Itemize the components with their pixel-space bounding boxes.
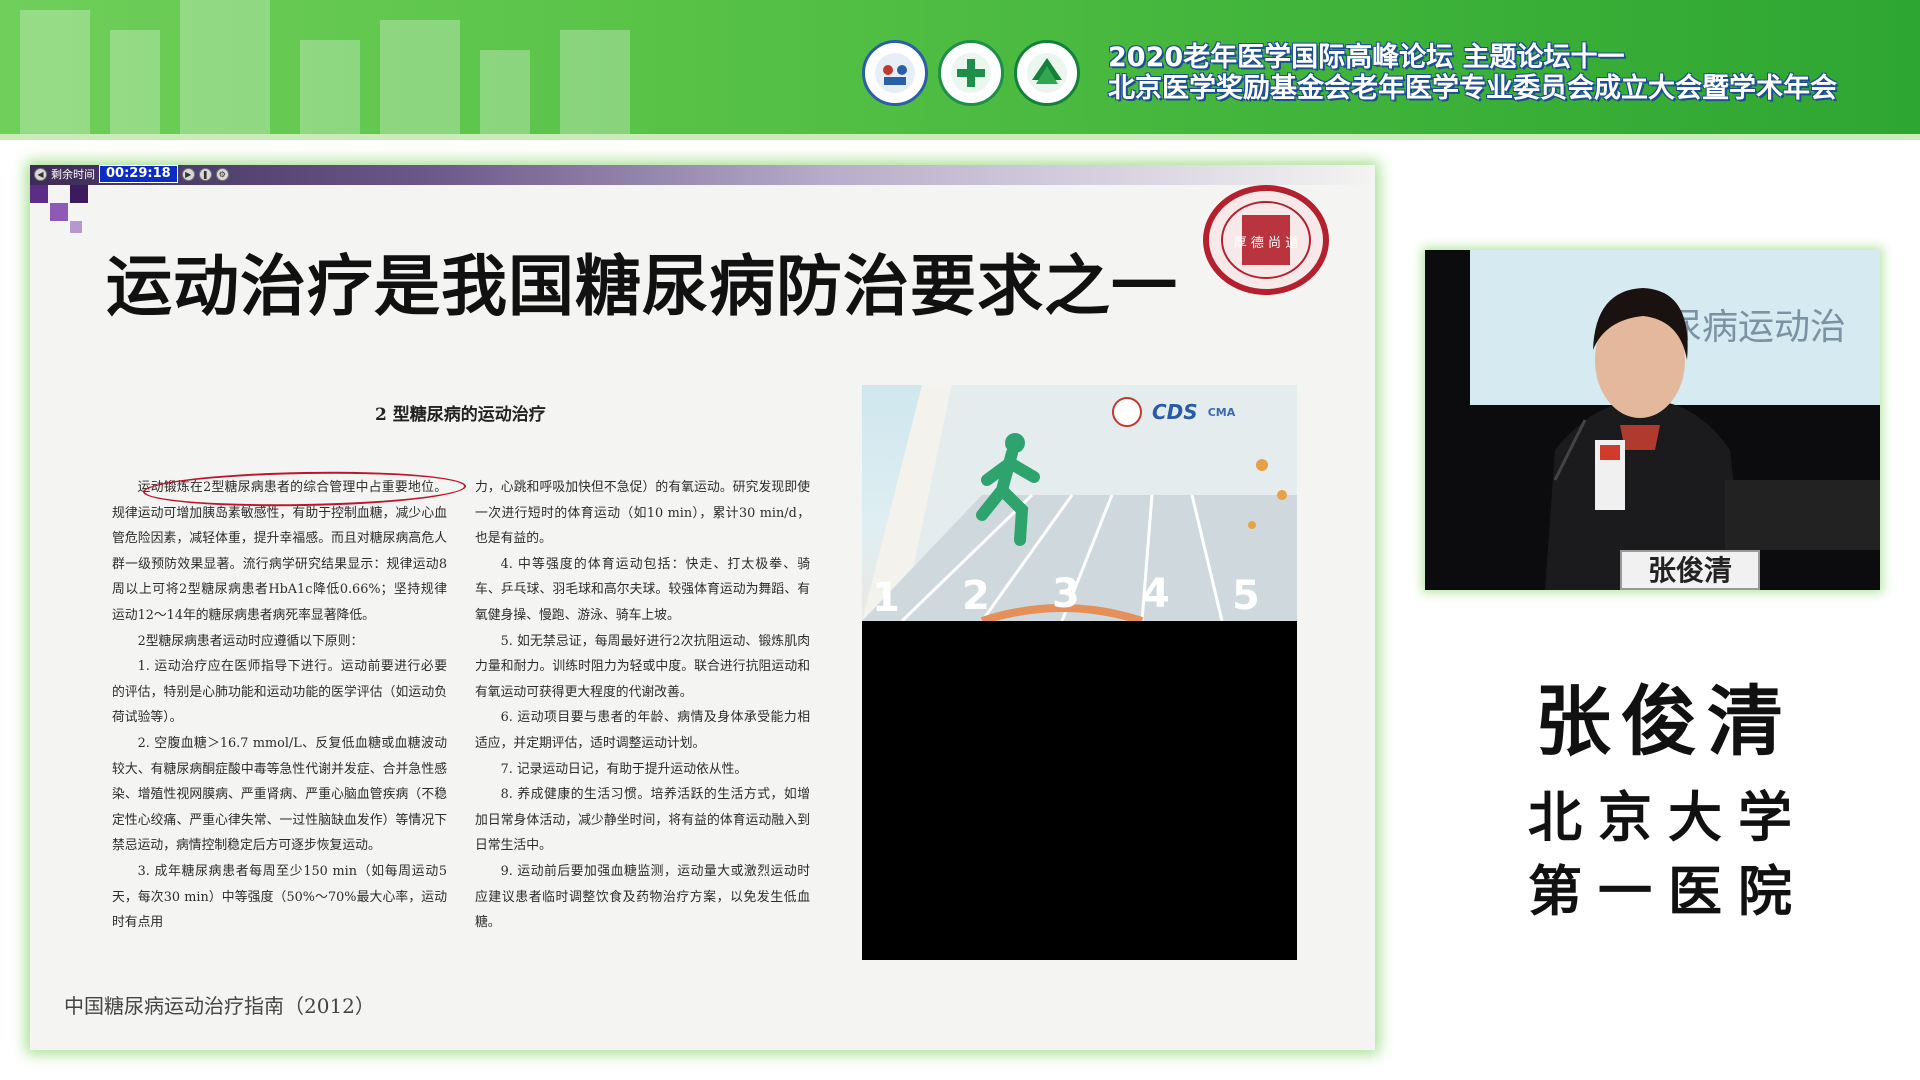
paper-column-left: 运动锻炼在2型糖尿病患者的综合管理中占重要地位。规律运动可增加胰岛素敏感性，有助… bbox=[112, 475, 447, 936]
paragraph: 2型糖尿病患者运动时应遵循以下原则： bbox=[137, 633, 364, 649]
conference-title: 北京医学奖励基金会老年医学专业委员会成立大会暨学术年会 bbox=[1108, 73, 1837, 104]
paragraph: 7. 记录运动日记，有助于提升运动依从性。 bbox=[500, 761, 748, 777]
timer-play-icon[interactable]: ▶ bbox=[181, 167, 195, 181]
timer-label: 剩余时间 bbox=[51, 168, 95, 181]
speaker-nameplate: 张俊清 bbox=[1620, 550, 1760, 590]
corner-squares-decoration bbox=[30, 185, 90, 233]
paragraph: 4. 中等强度的体育运动包括：快走、打太极拳、骑车、乒乓球、羽毛球和高尔夫球。较… bbox=[475, 556, 810, 623]
nameplate-text: 张俊清 bbox=[1647, 554, 1732, 587]
timer-pause-icon[interactable]: ❚ bbox=[198, 167, 212, 181]
paragraph: 8. 养成健康的生活习惯。培养活跃的生活方式，如增加日常身体活动，减少静坐时间，… bbox=[475, 787, 810, 854]
paragraph: 6. 运动项目要与患者的年龄、病情及身体承受能力相适应，并定期评估，适时调整运动… bbox=[475, 710, 810, 751]
paragraph: 5. 如无禁忌证，每周最好进行2次抗阻运动、锻炼肌肉力量和耐力。训练时阻力为轻或… bbox=[475, 633, 810, 700]
organizer-logos bbox=[862, 40, 1080, 106]
paragraph: 9. 运动前后要加强血糖监测，运动量大或激烈运动时应建议患者临时调整饮食及药物治… bbox=[475, 863, 810, 931]
speaker-figure bbox=[1545, 288, 1880, 590]
embedded-video[interactable]: CDS CMA 1 2 3 4 5 bbox=[862, 385, 1297, 960]
paragraph: 2. 空腹血糖＞16.7 mmol/L、反复低血糖或血糖波动较大、有糖尿病酮症酸… bbox=[112, 735, 447, 854]
slide-title: 运动治疗是我国糖尿病防治要求之一 bbox=[106, 248, 1178, 325]
header-banner: 2020老年医学国际高峰论坛 主题论坛十一 北京医学奖励基金会老年医学专业委员会… bbox=[0, 0, 1920, 140]
paragraph: 1. 运动治疗应在医师指导下进行。运动前要进行必要的评估，特别是心肺功能和运动功… bbox=[112, 659, 447, 726]
video-logos: CDS CMA bbox=[1112, 397, 1235, 427]
speaker-organization: 北京大学 第一医院 bbox=[1528, 780, 1828, 928]
org-line-1: 北京大学 bbox=[1528, 785, 1808, 849]
slide-top-gradient bbox=[30, 165, 1375, 185]
cma-logo: CMA bbox=[1207, 405, 1236, 419]
paragraph: 力，心跳和呼吸加快但不急促）的有氧运动。研究发现即使一次进行短时的体育运动（如1… bbox=[475, 480, 810, 547]
org-line-2: 第一医院 bbox=[1528, 859, 1808, 923]
video-frame: CDS CMA 1 2 3 4 5 bbox=[862, 385, 1297, 621]
cma-emblem-icon bbox=[1112, 397, 1142, 427]
banner-divider bbox=[0, 134, 1920, 140]
speaker-camera-feed: 糖尿病运动治 张俊清 bbox=[1425, 250, 1880, 590]
lane-number: 3 bbox=[1052, 571, 1080, 617]
university-seal-icon: 厚 德 尚 道 bbox=[1203, 185, 1329, 295]
lane-number: 2 bbox=[962, 573, 990, 619]
forum-title: 2020老年医学国际高峰论坛 主题论坛十一 bbox=[1108, 42, 1625, 73]
timer-settings-icon[interactable]: ⚙ bbox=[215, 167, 229, 181]
paper-column-right: 力，心跳和呼吸加快但不急促）的有氧运动。研究发现即使一次进行短时的体育运动（如1… bbox=[475, 475, 810, 936]
timer-back-icon[interactable]: ◀ bbox=[34, 167, 47, 181]
paragraph: 3. 成年糖尿病患者每周至少150 min（如每周运动5天，每次30 min）中… bbox=[112, 863, 447, 931]
lane-number: 5 bbox=[1232, 573, 1260, 619]
lane-number: 4 bbox=[1142, 571, 1170, 617]
seal-text: 厚 德 尚 道 bbox=[1234, 236, 1298, 251]
lane-number: 1 bbox=[872, 575, 900, 621]
committee-logo-icon bbox=[1014, 40, 1080, 106]
geriatric-society-logo-icon bbox=[862, 40, 928, 106]
speaker-name: 张俊清 bbox=[1535, 677, 1793, 766]
skyline-decoration bbox=[20, 0, 630, 140]
presentation-timer: ◀ 剩余时间 00:29:18 ▶ ❚ ⚙ bbox=[34, 165, 229, 183]
paper-heading: 2 型糖尿病的运动治疗 bbox=[375, 405, 546, 425]
presentation-slide: ◀ 剩余时间 00:29:18 ▶ ❚ ⚙ 运动治疗是我国糖尿病防治要求之一 厚… bbox=[30, 165, 1375, 1050]
source-citation: 中国糖尿病运动治疗指南（2012） bbox=[64, 994, 375, 1018]
medical-foundation-logo-icon bbox=[938, 40, 1004, 106]
timer-value: 00:29:18 bbox=[99, 165, 178, 183]
cds-logo: CDS bbox=[1152, 400, 1198, 424]
